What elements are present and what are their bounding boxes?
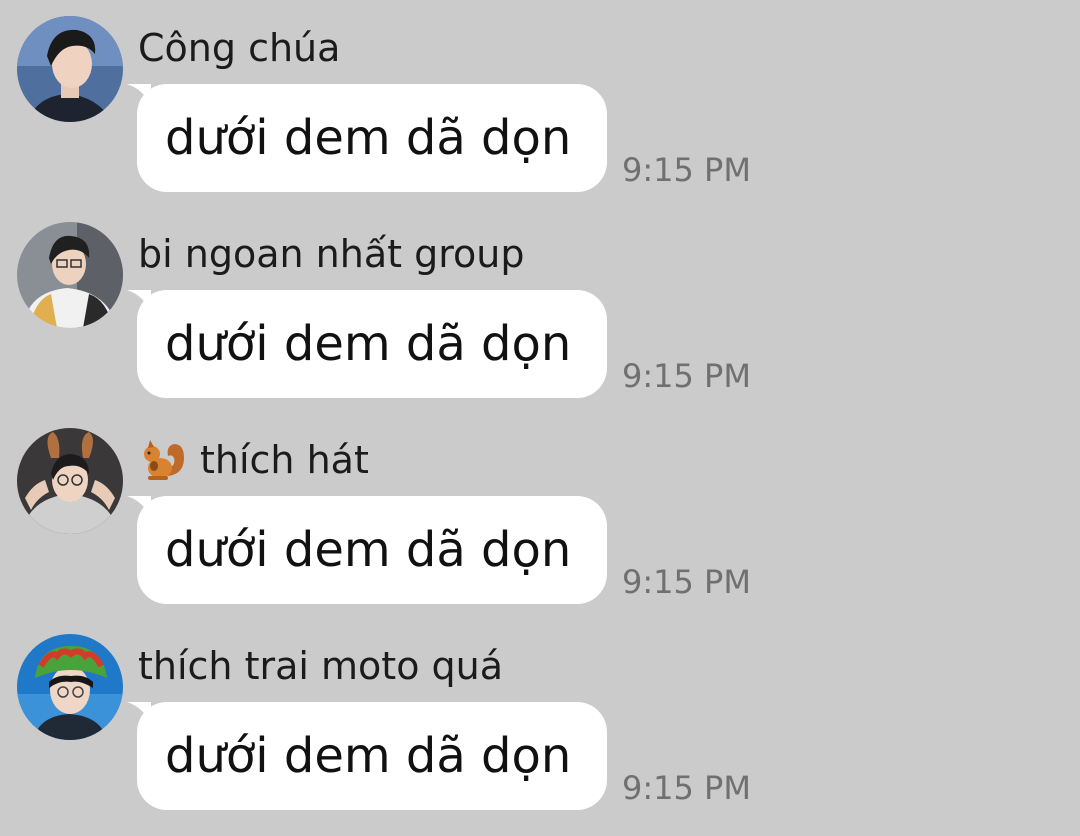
avatar[interactable] xyxy=(17,222,123,328)
message-timestamp: 9:15 PM xyxy=(622,357,751,395)
message-text: dưới dem dã dọn xyxy=(165,522,572,578)
sender-name: thích trai moto quá xyxy=(138,644,504,688)
avatar[interactable] xyxy=(17,428,123,534)
message-timestamp: 9:15 PM xyxy=(622,769,751,807)
sender-name: bi ngoan nhất group xyxy=(138,232,525,276)
avatar-photo-icon xyxy=(17,16,123,122)
message-text: dưới dem dã dọn xyxy=(165,728,572,784)
message-text: dưới dem dã dọn xyxy=(165,110,572,166)
message-row: thích trai moto quá dưới dem dã dọn 9:15… xyxy=(0,618,1080,818)
avatar[interactable] xyxy=(17,634,123,740)
message-row: Công chúa dưới dem dã dọn 9:15 PM xyxy=(0,0,1080,200)
message-bubble[interactable]: dưới dem dã dọn xyxy=(137,702,607,810)
squirrel-emoji-icon xyxy=(138,436,188,484)
avatar-photo-icon xyxy=(17,428,123,534)
message-bubble[interactable]: dưới dem dã dọn xyxy=(137,84,607,192)
message-bubble[interactable]: dưới dem dã dọn xyxy=(137,496,607,604)
message-row: bi ngoan nhất group dưới dem dã dọn 9:15… xyxy=(0,206,1080,406)
message-row: thích hát dưới dem dã dọn 9:15 PM xyxy=(0,412,1080,612)
message-timestamp: 9:15 PM xyxy=(622,151,751,189)
avatar-photo-icon xyxy=(17,222,123,328)
avatar-photo-icon xyxy=(17,634,123,740)
chat-message-list: Công chúa dưới dem dã dọn 9:15 PM bi ngo… xyxy=(0,0,1080,836)
message-bubble[interactable]: dưới dem dã dọn xyxy=(137,290,607,398)
sender-name-text: thích hát xyxy=(200,438,369,482)
avatar[interactable] xyxy=(17,16,123,122)
message-text: dưới dem dã dọn xyxy=(165,316,572,372)
message-timestamp: 9:15 PM xyxy=(622,563,751,601)
sender-name: Công chúa xyxy=(138,26,341,70)
sender-name: thích hát xyxy=(138,436,369,484)
